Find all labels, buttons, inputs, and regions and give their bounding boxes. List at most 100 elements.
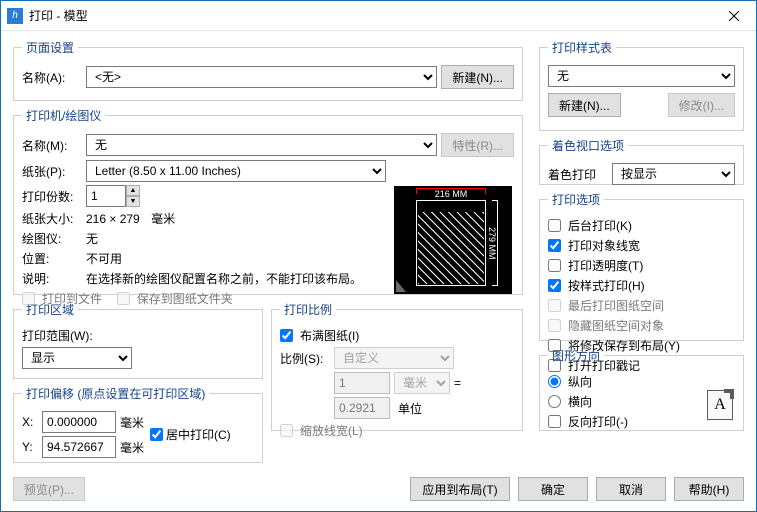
style-table-legend: 打印样式表 (548, 39, 616, 56)
size-unit: 毫米 (151, 210, 175, 227)
range-select[interactable]: 显示 (22, 347, 132, 369)
close-icon (729, 11, 739, 21)
spin-up-icon[interactable]: ▲ (126, 185, 140, 196)
page-name-select[interactable]: <无> (86, 66, 437, 88)
ratio-select: 自定义 (334, 347, 454, 369)
help-button[interactable]: 帮助(H) (674, 477, 744, 501)
copies-spinner[interactable]: ▲▼ (86, 185, 140, 207)
dim-width-label: 216 MM (416, 188, 486, 198)
y-input[interactable] (42, 436, 116, 458)
dim-height-label: 279 MM (488, 200, 498, 286)
last-checkbox (548, 299, 561, 312)
desc-label: 说明: (22, 270, 82, 287)
scale-lw-checkbox (280, 424, 293, 437)
style-edit-button[interactable]: 修改(I)... (668, 93, 735, 117)
center-label: 居中打印(C) (166, 428, 231, 442)
hatch-icon (418, 212, 484, 284)
print-scale-group: 打印比例 布满图纸(I) 比例(S): 自定义 毫米 = 单位 缩放线宽 (271, 301, 523, 431)
lw-checkbox[interactable] (548, 239, 561, 252)
portrait-label: 纵向 (568, 373, 592, 390)
trans-label: 打印透明度(T) (568, 257, 643, 274)
fit-label: 布满图纸(I) (300, 327, 359, 344)
page-new-button[interactable]: 新建(N)... (441, 65, 514, 89)
plotter-value: 无 (86, 230, 98, 247)
bg-label: 后台打印(K) (568, 217, 632, 234)
print-to-file-checkbox (22, 292, 35, 305)
trans-checkbox[interactable] (548, 259, 561, 272)
position-value: 不可用 (86, 250, 122, 267)
printer-props-button[interactable]: 特性(R)... (441, 133, 514, 157)
spin-down-icon[interactable]: ▼ (126, 196, 140, 207)
copies-label: 打印份数: (22, 188, 82, 205)
footer: 预览(P)... 应用到布局(T) 确定 取消 帮助(H) (13, 477, 744, 501)
scale-num-input (334, 372, 390, 394)
lw-label: 打印对象线宽 (568, 237, 640, 254)
print-offset-group: 打印偏移 (原点设置在可打印区域) X: 毫米 Y: 毫米 (13, 385, 263, 463)
fit-checkbox[interactable] (280, 329, 293, 342)
titlebar: h 打印 - 模型 (1, 1, 756, 31)
page-name-label: 名称(A): (22, 69, 82, 86)
scale-den-input (334, 397, 390, 419)
print-offset-legend: 打印偏移 (原点设置在可打印区域) (22, 385, 209, 402)
style-checkbox[interactable] (548, 279, 561, 292)
orientation-icon: A (707, 390, 733, 420)
page-setup-legend: 页面设置 (22, 39, 78, 56)
paper-rect (416, 200, 486, 286)
plotter-label: 绘图仪: (22, 230, 82, 247)
x-input[interactable] (42, 411, 116, 433)
style-new-button[interactable]: 新建(N)... (548, 93, 621, 117)
style-label: 按样式打印(H) (568, 277, 645, 294)
size-value: 216 × 279 (86, 212, 140, 226)
equals-label: = (454, 376, 461, 390)
landscape-radio[interactable] (548, 395, 561, 408)
orientation-legend: 图形方向 (548, 347, 604, 364)
position-label: 位置: (22, 250, 82, 267)
window-title: 打印 - 模型 (29, 7, 712, 24)
last-label: 最后打印图纸空间 (568, 297, 664, 314)
app-icon: h (7, 8, 23, 24)
print-options-group: 打印选项 后台打印(K) 打印对象线宽 打印透明度(T) 按样式打印(H) 最后… (539, 191, 744, 341)
paper-select[interactable]: Letter (8.50 x 11.00 Inches) (86, 160, 386, 182)
paper-label: 纸张(P): (22, 163, 82, 180)
copies-input[interactable] (86, 185, 126, 207)
printer-name-label: 名称(M): (22, 137, 82, 154)
shade-legend: 着色视口选项 (548, 137, 628, 154)
scale-lw-label: 缩放线宽(L) (300, 422, 363, 439)
reverse-label: 反向打印(-) (568, 413, 628, 430)
style-select[interactable]: 无 (548, 65, 735, 87)
reverse-checkbox[interactable] (548, 415, 561, 428)
shade-select[interactable]: 按显示 (612, 163, 735, 185)
bg-checkbox[interactable] (548, 219, 561, 232)
save-to-folder-checkbox (117, 292, 130, 305)
ok-button[interactable]: 确定 (518, 477, 588, 501)
x-label: X: (22, 415, 38, 429)
save-to-folder-label: 保存到图纸文件夹 (137, 290, 233, 307)
printer-group: 打印机/绘图仪 名称(M): 无 特性(R)... 纸张(P): Letter … (13, 107, 523, 295)
close-button[interactable] (712, 1, 756, 31)
print-to-file-label: 打印到文件 (42, 290, 102, 307)
page-setup-group: 页面设置 名称(A): <无> 新建(N)... (13, 39, 523, 101)
print-area-group: 打印区域 打印范围(W): 显示 (13, 301, 263, 379)
scale-unit-select: 毫米 (394, 372, 450, 394)
print-options-legend: 打印选项 (548, 191, 604, 208)
hide-label: 隐藏图纸空间对象 (568, 317, 664, 334)
landscape-label: 横向 (568, 393, 592, 410)
printer-name-select[interactable]: 无 (86, 134, 437, 156)
scale-unit2-label: 单位 (394, 400, 450, 417)
hide-checkbox (548, 319, 561, 332)
paper-preview: 216 MM 279 MM (394, 186, 512, 294)
y-label: Y: (22, 440, 38, 454)
x-unit: 毫米 (120, 414, 144, 431)
size-label: 纸张大小: (22, 210, 82, 227)
shade-label: 着色打印 (548, 166, 608, 183)
center-checkbox[interactable] (150, 428, 163, 441)
y-unit: 毫米 (120, 439, 144, 456)
printer-legend: 打印机/绘图仪 (22, 107, 105, 124)
ratio-label: 比例(S): (280, 350, 330, 367)
desc-value: 在选择新的绘图仪配置名称之前，不能打印该布局。 (86, 270, 362, 287)
cancel-button[interactable]: 取消 (596, 477, 666, 501)
portrait-radio[interactable] (548, 375, 561, 388)
orientation-group: 图形方向 纵向 横向 反向打印(-) A (539, 347, 744, 431)
preview-button[interactable]: 预览(P)... (13, 477, 85, 501)
apply-button[interactable]: 应用到布局(T) (410, 477, 510, 501)
